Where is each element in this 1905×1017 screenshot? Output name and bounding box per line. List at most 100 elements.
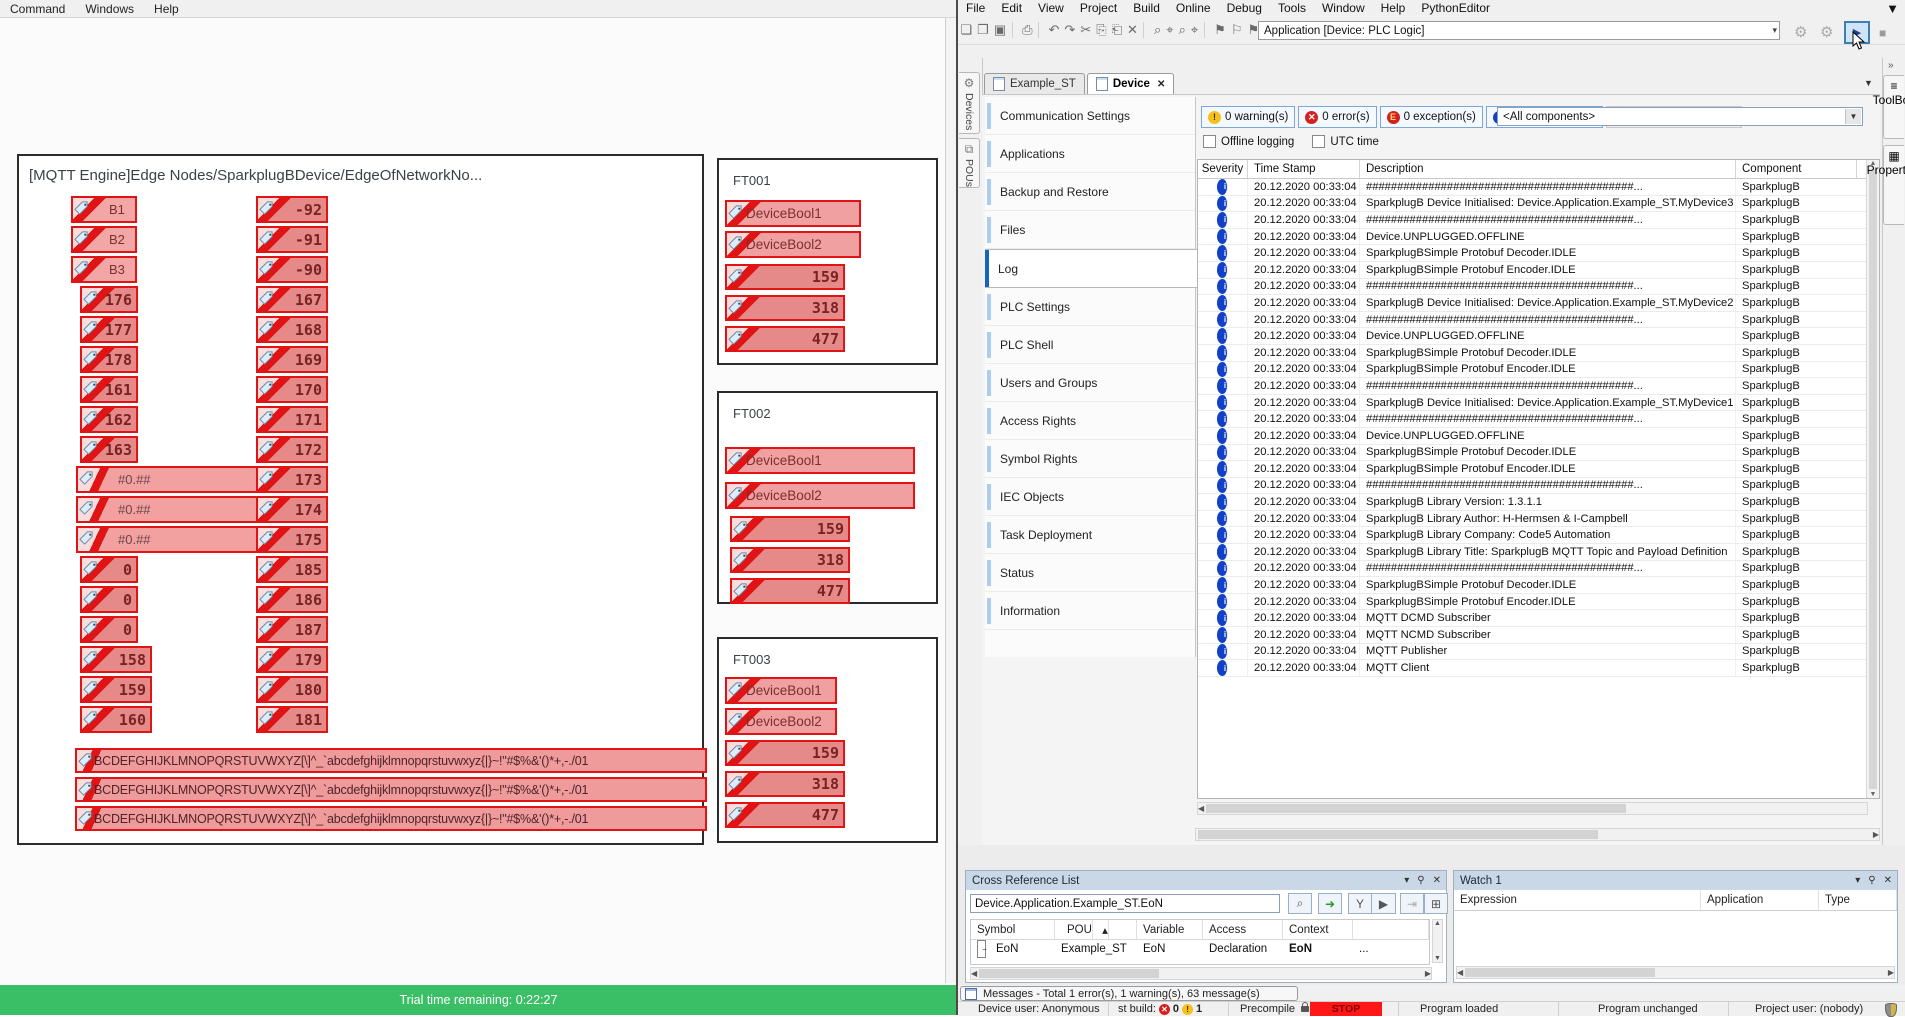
tag-widget-value[interactable]: 318 — [725, 295, 845, 321]
tag-widget[interactable]: 174 — [256, 496, 328, 523]
menu-item[interactable]: PythonEditor — [1413, 0, 1498, 16]
delete-icon[interactable]: ✕ — [1125, 22, 1141, 38]
tag-widget-string[interactable]: BCDEFGHIJKLMNOPQRSTUVWXYZ[\]^_`abcdefghi… — [75, 748, 707, 773]
log-row[interactable]: i 20.12.2020 00:33:04 SparkplugBSimple P… — [1198, 345, 1879, 362]
log-row[interactable]: i 20.12.2020 00:33:04 MQTT Publisher Spa… — [1198, 644, 1879, 661]
device-nav-item[interactable]: IEC Objects — [985, 478, 1195, 516]
menu-item[interactable]: Window — [1314, 0, 1373, 16]
crossref-vertical-scrollbar[interactable]: ▲ ▼ — [1432, 919, 1443, 963]
tag-widget[interactable]: 171 — [256, 406, 328, 433]
column-header[interactable]: Type — [1819, 890, 1897, 910]
offline-logging-checkbox[interactable] — [1203, 135, 1216, 148]
close-icon[interactable]: ✕ — [1884, 875, 1892, 886]
column-header[interactable]: POU ▴ — [1055, 920, 1137, 939]
editor-horizontal-scrollbar[interactable]: ▶ — [1195, 828, 1880, 841]
panel-titlebar[interactable]: Cross Reference List ▾ ⚲ ✕ — [966, 871, 1446, 890]
column-header[interactable]: Description — [1360, 160, 1736, 178]
tag-widget-value[interactable]: 477 — [730, 578, 850, 604]
log-row[interactable]: i 20.12.2020 00:33:04 SparkplugBSimple P… — [1198, 245, 1879, 262]
bookmark-prev-icon[interactable]: ⚐ — [1228, 22, 1245, 38]
log-row[interactable]: i 20.12.2020 00:33:04 Device.UNPLUGGED.O… — [1198, 428, 1879, 445]
tab-device[interactable]: Device ✕ — [1087, 73, 1174, 94]
log-row[interactable]: i 20.12.2020 00:33:04 Device.UNPLUGGED.O… — [1198, 229, 1879, 246]
menu-item[interactable]: Command — [0, 1, 75, 17]
tag-widget[interactable]: B2 — [71, 226, 137, 253]
watch-horizontal-scrollbar[interactable]: ◀ ▶ — [1456, 966, 1895, 979]
log-row[interactable]: i 20.12.2020 00:33:04 MQTT Client Sparkp… — [1198, 660, 1879, 677]
log-row[interactable]: i 20.12.2020 00:33:04 ##################… — [1198, 561, 1879, 578]
search-button[interactable]: ⌕ — [1288, 893, 1312, 914]
log-row[interactable]: i 20.12.2020 00:33:04 SparkplugBSimple P… — [1198, 461, 1879, 478]
separator[interactable] — [1143, 22, 1148, 38]
log-row[interactable]: i 20.12.2020 00:33:04 ##################… — [1198, 411, 1879, 428]
redo-icon[interactable]: ↷ — [1062, 22, 1078, 38]
copy-icon[interactable]: ⎘ — [1094, 22, 1109, 38]
device-nav-item[interactable]: Backup and Restore — [985, 173, 1195, 211]
tag-widget[interactable]: 0 — [80, 556, 138, 583]
scrollbar-thumb[interactable] — [979, 969, 1159, 978]
exceptions-filter-button[interactable]: E0 exception(s) — [1380, 106, 1483, 128]
login-icon[interactable]: ⚙ — [1794, 23, 1807, 41]
column-header[interactable]: Symbol — [971, 920, 1055, 939]
print-icon[interactable]: ⎙ — [1020, 22, 1035, 38]
tag-widget[interactable]: 176 — [80, 286, 138, 313]
log-row[interactable]: i 20.12.2020 00:33:04 ##################… — [1198, 478, 1879, 495]
device-nav-item[interactable]: Users and Groups — [985, 364, 1195, 402]
panel-titlebar[interactable]: Watch 1 ▾ ⚲ ✕ — [1454, 871, 1897, 890]
column-header[interactable]: Severity — [1198, 160, 1248, 178]
tag-widget[interactable]: 169 — [256, 346, 328, 373]
device-nav-item[interactable]: PLC Settings — [985, 288, 1195, 326]
tag-widget[interactable]: 160 — [80, 706, 152, 733]
tab-example-st[interactable]: Example_ST — [984, 73, 1085, 94]
log-row[interactable]: i 20.12.2020 00:33:04 SparkplugB Library… — [1198, 544, 1879, 561]
menu-item[interactable]: Help — [144, 1, 189, 17]
column-header[interactable]: Variable — [1137, 920, 1203, 939]
tag-widget-value[interactable]: 159 — [725, 740, 845, 766]
messages-statusbar-tab[interactable]: Messages - Total 1 error(s), 1 warning(s… — [960, 986, 1298, 1001]
tag-widget-bool[interactable]: DeviceBool2 — [725, 708, 837, 735]
find-icon[interactable]: ⌕ — [1151, 22, 1163, 38]
jump-button[interactable]: ⇥ — [1400, 893, 1424, 914]
logout-icon[interactable]: ⚙ — [1820, 23, 1833, 41]
column-header[interactable]: Context — [1283, 920, 1353, 939]
tag-widget[interactable]: 172 — [256, 436, 328, 463]
log-row[interactable]: i 20.12.2020 00:33:04 SparkplugB Library… — [1198, 511, 1879, 528]
log-row[interactable]: i 20.12.2020 00:33:04 SparkplugBSimple P… — [1198, 594, 1879, 611]
device-nav-item[interactable]: Access Rights — [985, 402, 1195, 440]
device-nav-item[interactable]: Communication Settings — [985, 97, 1195, 135]
tag-widget[interactable]: 180 — [256, 676, 328, 703]
menu-item[interactable]: Tools — [1270, 0, 1314, 16]
tag-widget[interactable]: 179 — [256, 646, 328, 673]
scroll-right-icon[interactable]: ▶ — [1873, 830, 1879, 839]
tag-widget[interactable]: -91 — [256, 226, 328, 253]
scrollbar-thumb[interactable] — [1465, 968, 1655, 977]
tag-widget[interactable]: -92 — [256, 196, 328, 223]
find-next-icon[interactable]: ⌕ — [1176, 22, 1188, 38]
tag-widget-bool[interactable]: DeviceBool1 — [725, 677, 837, 704]
scroll-down-icon[interactable]: ▼ — [1434, 955, 1441, 962]
tag-widget[interactable]: B3 — [71, 256, 137, 283]
funnel-icon[interactable]: ▼ — [1886, 1, 1899, 16]
sidebar-tab-devices[interactable]: ⚙ Devices — [959, 72, 980, 134]
log-row[interactable]: i 20.12.2020 00:33:04 ##################… — [1198, 312, 1879, 329]
pin-icon[interactable]: ⚲ — [1417, 875, 1424, 886]
utc-time-checkbox[interactable] — [1312, 135, 1325, 148]
log-row[interactable]: i 20.12.2020 00:33:04 MQTT NCMD Subscrib… — [1198, 627, 1879, 644]
separator[interactable] — [1012, 22, 1017, 38]
expand-button[interactable]: ⊞ — [1424, 893, 1448, 914]
log-row[interactable]: i 20.12.2020 00:33:04 SparkplugBSimple P… — [1198, 577, 1879, 594]
tag-widget-value[interactable]: 159 — [730, 516, 850, 542]
tag-widget[interactable]: 158 — [80, 646, 152, 673]
scroll-up-icon[interactable]: ▲ — [1434, 920, 1441, 927]
tag-widget[interactable]: 186 — [256, 586, 328, 613]
column-header[interactable]: Access — [1203, 920, 1283, 939]
column-header[interactable]: Expression — [1454, 890, 1701, 910]
scrollbar-thumb[interactable] — [1206, 804, 1626, 813]
tag-widget[interactable]: 167 — [256, 286, 328, 313]
device-nav-item[interactable]: Status — [985, 554, 1195, 592]
log-vertical-scrollbar[interactable]: ▲ ▼ — [1866, 160, 1879, 798]
tag-widget[interactable]: 161 — [80, 376, 138, 403]
log-row[interactable]: i 20.12.2020 00:33:04 Device.UNPLUGGED.O… — [1198, 328, 1879, 345]
window-menu-icon[interactable]: ▾ — [1404, 875, 1409, 886]
tag-widget[interactable]: 168 — [256, 316, 328, 343]
